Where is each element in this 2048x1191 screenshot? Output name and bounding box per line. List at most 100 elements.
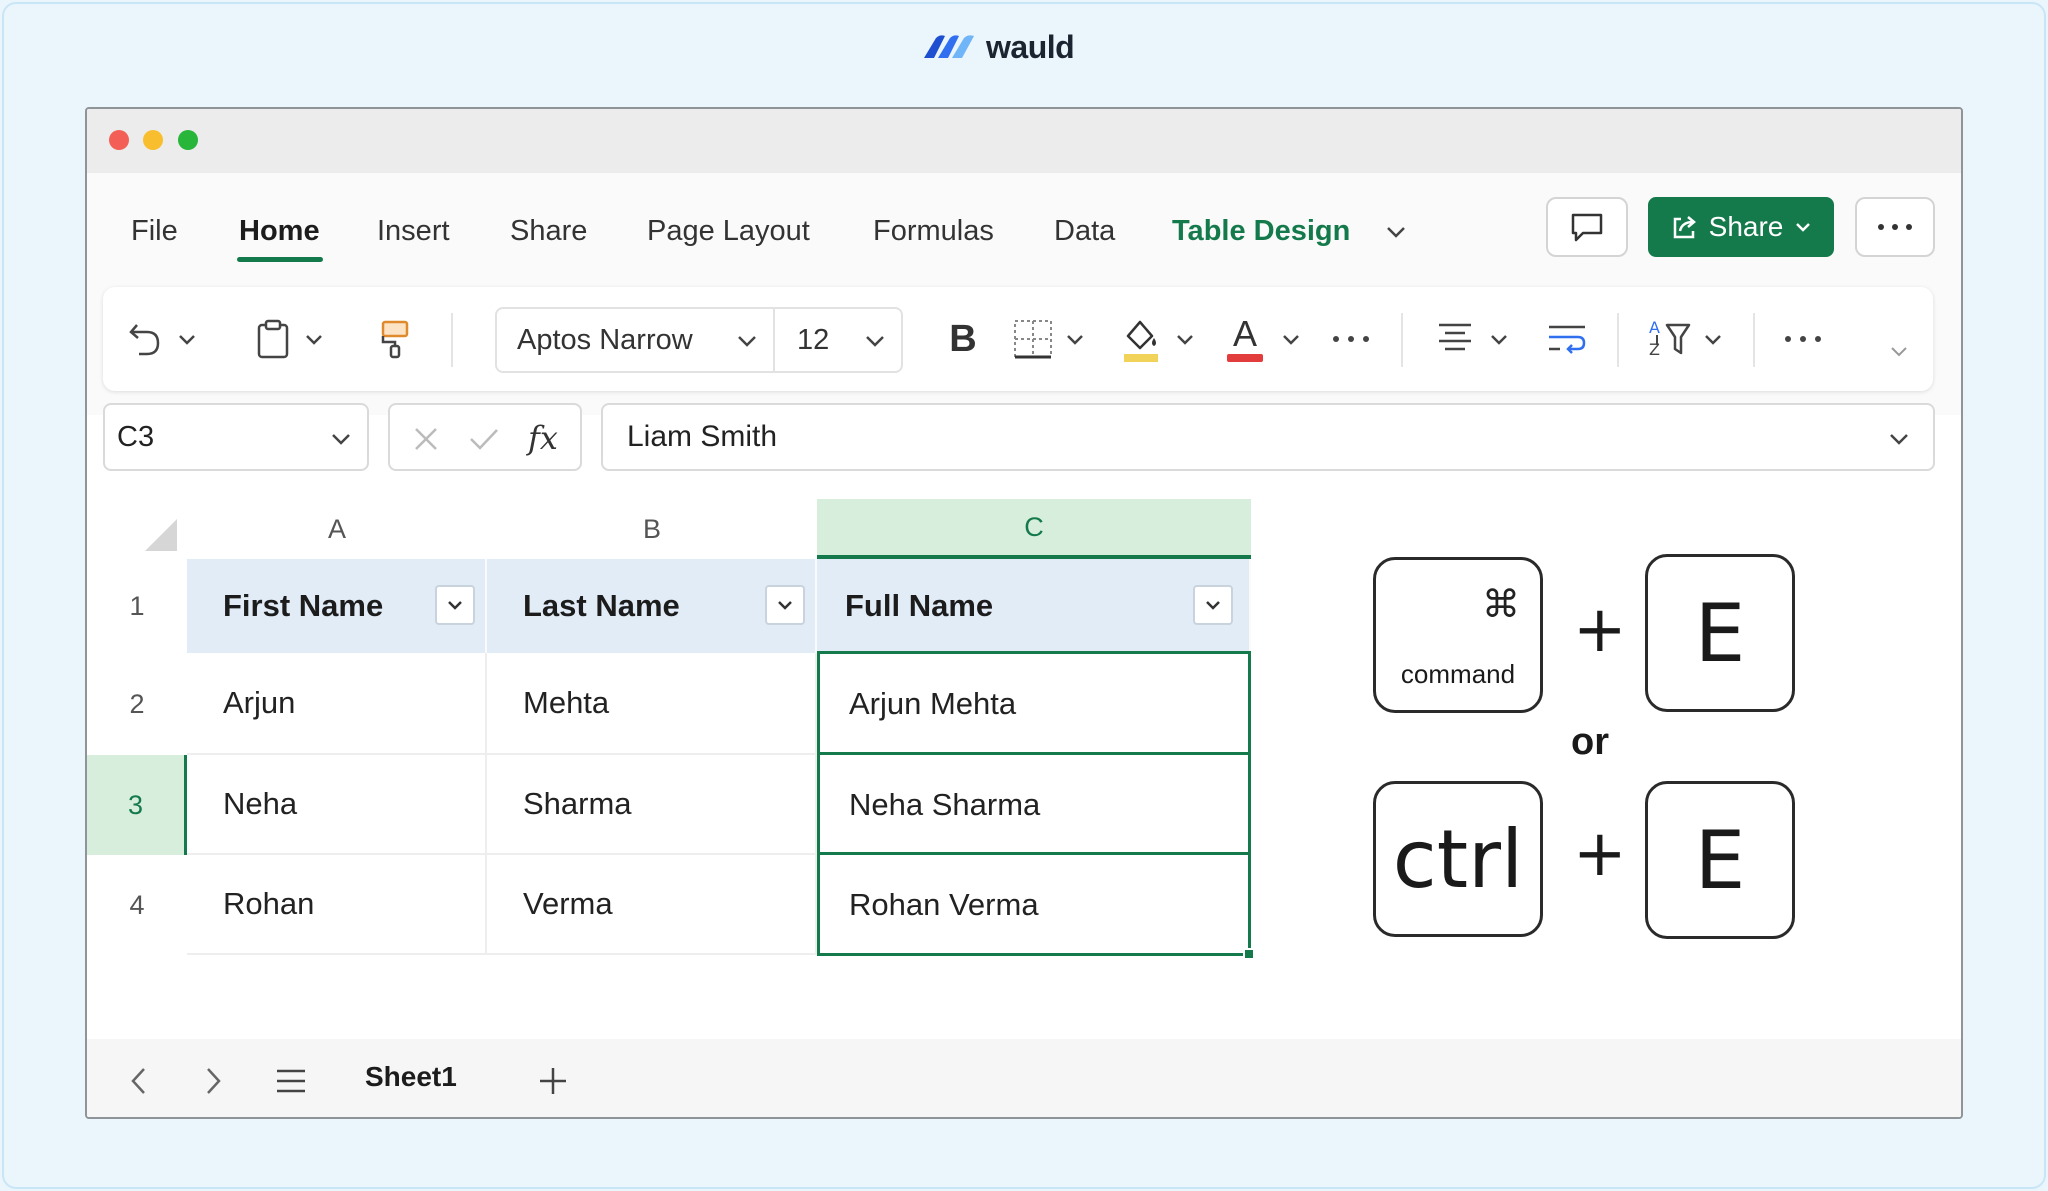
toolbar-divider xyxy=(1753,313,1755,367)
header-label: Full Name xyxy=(845,588,994,623)
svg-text:Z: Z xyxy=(1649,340,1660,359)
wrap-text-button[interactable] xyxy=(1545,317,1589,361)
brand-logo: wauld xyxy=(918,26,1075,68)
row-header-2[interactable]: 2 xyxy=(87,653,187,755)
paint-bucket-icon xyxy=(1124,320,1158,362)
font-name-select[interactable]: Aptos Narrow xyxy=(495,307,775,373)
chevron-down-icon xyxy=(1067,335,1083,345)
tab-page-layout[interactable]: Page Layout xyxy=(647,215,810,248)
formula-value: Liam Smith xyxy=(627,420,778,453)
cell-c4[interactable]: Rohan Verma xyxy=(817,855,1251,955)
tab-formulas[interactable]: Formulas xyxy=(873,215,994,248)
more-font-options-button[interactable] xyxy=(1329,327,1373,351)
more-tabs-chevron-icon[interactable] xyxy=(1381,217,1411,247)
sort-filter-icon: A Z xyxy=(1649,318,1691,359)
cell-b2[interactable]: Mehta xyxy=(487,653,817,755)
filter-dropdown-button[interactable] xyxy=(1193,585,1233,625)
add-sheet-icon[interactable] xyxy=(537,1065,569,1097)
row-header-4[interactable]: 4 xyxy=(87,855,187,955)
maximize-window-button[interactable] xyxy=(178,130,198,150)
paste-dropdown[interactable] xyxy=(302,327,326,351)
column-header-b[interactable]: B xyxy=(487,499,817,559)
font-name-value: Aptos Narrow xyxy=(517,323,693,356)
minimize-window-button[interactable] xyxy=(143,130,163,150)
fill-color-dropdown[interactable] xyxy=(1173,327,1197,351)
name-box[interactable]: C3 xyxy=(103,403,369,471)
cell-b3[interactable]: Sharma xyxy=(487,755,817,855)
formula-actions: fx xyxy=(388,403,582,471)
undo-button[interactable] xyxy=(125,315,165,363)
ctrl-key: ctrl xyxy=(1373,781,1543,937)
tab-home[interactable]: Home xyxy=(239,215,320,248)
column-header-c[interactable]: C xyxy=(817,499,1251,559)
font-color-button[interactable]: A xyxy=(1223,309,1267,367)
bold-button[interactable]: B xyxy=(943,315,983,363)
share-button[interactable]: Share xyxy=(1648,197,1834,257)
font-color-dropdown[interactable] xyxy=(1279,327,1303,351)
header-cell-last-name[interactable]: Last Name xyxy=(487,559,817,653)
comment-icon xyxy=(1571,213,1603,242)
toolbar-divider xyxy=(1401,313,1403,367)
ribbon-tabs: File Home Insert Share Page Layout Formu… xyxy=(87,173,1961,285)
tab-insert[interactable]: Insert xyxy=(377,215,450,248)
tab-file[interactable]: File xyxy=(131,215,178,248)
header-cell-full-name[interactable]: Full Name xyxy=(817,559,1251,653)
column-header-a[interactable]: A xyxy=(187,499,487,559)
cell-a2[interactable]: Arjun xyxy=(187,653,487,755)
header-cell-first-name[interactable]: First Name xyxy=(187,559,487,653)
share-icon xyxy=(1673,216,1696,239)
cell-c3[interactable]: Neha Sharma xyxy=(817,755,1251,855)
title-bar xyxy=(87,109,1961,173)
format-painter-button[interactable] xyxy=(375,315,415,363)
borders-dropdown[interactable] xyxy=(1063,327,1087,351)
confirm-formula-icon[interactable] xyxy=(468,425,500,453)
more-options-button[interactable] xyxy=(1855,197,1935,257)
sort-filter-button[interactable]: A Z xyxy=(1645,313,1693,365)
chevron-down-icon[interactable] xyxy=(1887,427,1911,451)
cell-c2[interactable]: Arjun Mehta xyxy=(817,653,1251,755)
home-toolbar: Aptos Narrow 12 B A A Z xyxy=(103,287,1933,391)
row-header-3[interactable]: 3 xyxy=(87,755,187,855)
plus-sign: + xyxy=(1573,817,1627,891)
insert-function-button[interactable]: fx xyxy=(528,419,558,457)
cell-b4[interactable]: Verma xyxy=(487,855,817,955)
brand-name: wauld xyxy=(986,28,1075,65)
align-dropdown[interactable] xyxy=(1487,327,1511,351)
previous-sheet-icon[interactable] xyxy=(127,1065,151,1097)
sheet-tab-sheet1[interactable]: Sheet1 xyxy=(365,1061,457,1093)
chevron-down-icon xyxy=(866,336,884,347)
chevron-down-icon xyxy=(1796,223,1811,232)
active-tab-indicator xyxy=(237,257,323,262)
paste-button[interactable] xyxy=(253,315,293,363)
command-symbol: ⌘ xyxy=(1482,582,1520,626)
share-label: Share xyxy=(1708,211,1784,242)
filter-dropdown-button[interactable] xyxy=(765,585,805,625)
cell-a3[interactable]: Neha xyxy=(187,755,487,855)
all-sheets-menu-icon[interactable] xyxy=(275,1067,307,1095)
borders-button[interactable] xyxy=(1011,315,1055,363)
wrap-text-icon xyxy=(1549,325,1586,354)
sort-filter-dropdown[interactable] xyxy=(1701,327,1725,351)
more-toolbar-options-button[interactable] xyxy=(1781,327,1825,351)
comments-button[interactable] xyxy=(1546,197,1628,257)
expand-toolbar-button[interactable] xyxy=(1887,339,1911,363)
select-all-corner[interactable] xyxy=(87,499,187,559)
tab-data[interactable]: Data xyxy=(1054,215,1115,248)
more-horizontal-icon xyxy=(1878,224,1912,230)
close-window-button[interactable] xyxy=(109,130,129,150)
tab-share[interactable]: Share xyxy=(510,215,587,248)
undo-dropdown[interactable] xyxy=(175,327,199,351)
fill-color-button[interactable] xyxy=(1119,311,1163,367)
cell-a4[interactable]: Rohan xyxy=(187,855,487,955)
row-header-1[interactable]: 1 xyxy=(87,559,187,653)
next-sheet-icon[interactable] xyxy=(201,1065,225,1097)
font-color-letter: A xyxy=(1232,313,1257,354)
filter-dropdown-button[interactable] xyxy=(435,585,475,625)
align-button[interactable] xyxy=(1433,317,1477,361)
or-text: or xyxy=(1571,721,1609,763)
formula-input[interactable]: Liam Smith xyxy=(601,403,1935,471)
cancel-formula-icon[interactable] xyxy=(412,425,440,453)
tab-table-design[interactable]: Table Design xyxy=(1172,215,1350,248)
font-size-select[interactable]: 12 xyxy=(773,307,903,373)
fill-handle[interactable] xyxy=(1243,948,1255,960)
